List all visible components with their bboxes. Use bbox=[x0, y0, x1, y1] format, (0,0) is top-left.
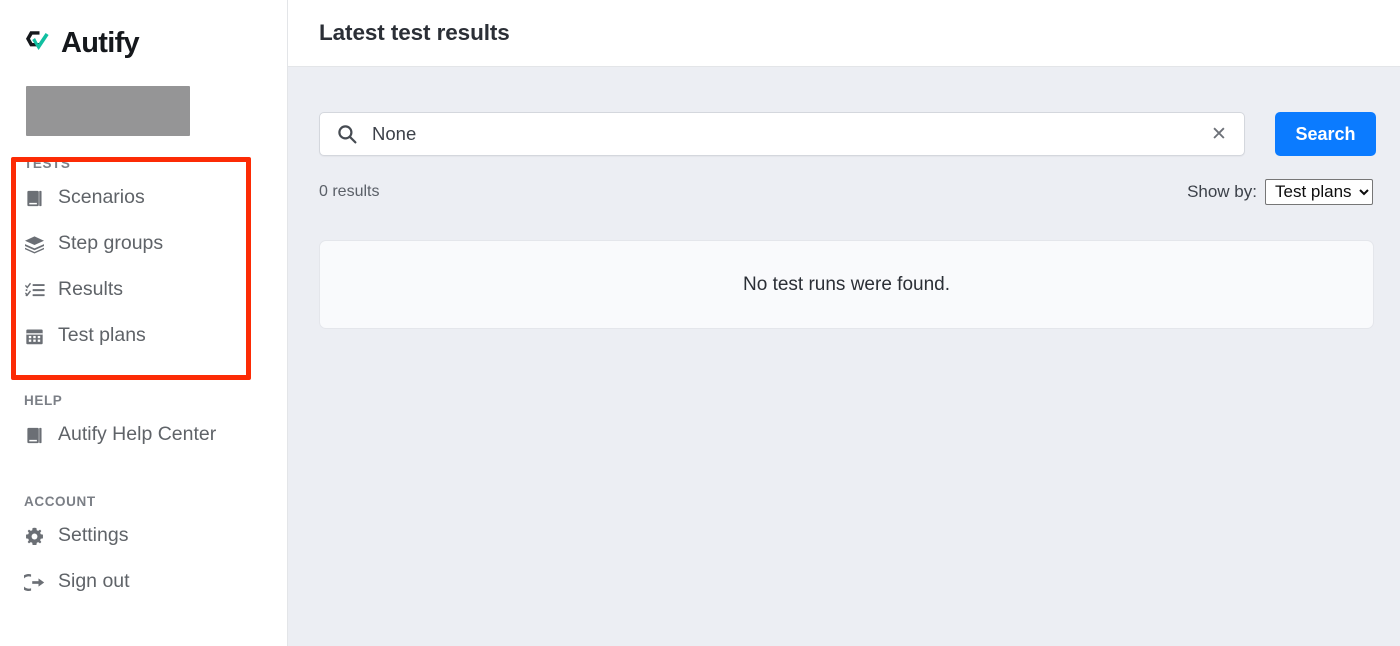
content-body: ✕ Search 0 results Show by: Test plans N… bbox=[288, 67, 1400, 646]
search-button[interactable]: Search bbox=[1275, 112, 1376, 156]
app-logo-text: Autify bbox=[61, 26, 140, 59]
empty-state-message: No test runs were found. bbox=[743, 273, 950, 295]
search-icon bbox=[337, 124, 357, 144]
sign-out-icon bbox=[24, 572, 45, 593]
sidebar-section-title-help: HELP bbox=[24, 393, 63, 408]
sidebar-section-title-tests: TESTS bbox=[24, 156, 71, 171]
sidebar-item-settings[interactable]: Settings bbox=[24, 513, 287, 559]
app-logo[interactable]: Autify bbox=[0, 0, 287, 64]
search-input[interactable] bbox=[357, 122, 1206, 146]
org-switcher-placeholder[interactable] bbox=[26, 86, 190, 136]
sidebar-section-account: ACCOUNT Settings Sign out bbox=[0, 488, 287, 605]
sidebar-item-label-scenarios: Scenarios bbox=[58, 186, 145, 209]
sidebar-item-label-results: Results bbox=[58, 278, 124, 301]
results-meta-row: 0 results Show by: Test plans bbox=[319, 179, 1376, 205]
sidebar-item-scenarios[interactable]: Scenarios bbox=[24, 175, 287, 221]
sidebar-item-label-settings: Settings bbox=[58, 524, 129, 547]
show-by-select[interactable]: Test plans bbox=[1265, 179, 1373, 205]
main-content: Latest test results ✕ Search 0 re bbox=[288, 0, 1400, 646]
app-root: Autify TESTS Scenarios Step groups Resul… bbox=[0, 0, 1400, 646]
calendar-icon bbox=[24, 326, 45, 347]
sidebar-item-autify-help-center[interactable]: Autify Help Center bbox=[24, 412, 287, 458]
book-icon bbox=[24, 425, 45, 446]
layers-icon bbox=[24, 234, 45, 255]
sidebar-item-label-autify-help-center: Autify Help Center bbox=[58, 423, 217, 446]
close-icon[interactable]: ✕ bbox=[1206, 121, 1232, 147]
sidebar-section-help: HELP Autify Help Center bbox=[0, 387, 287, 458]
search-field[interactable]: ✕ bbox=[319, 112, 1245, 156]
sidebar: Autify TESTS Scenarios Step groups Resul… bbox=[0, 0, 288, 646]
page-header: Latest test results bbox=[288, 0, 1400, 67]
show-by-control: Show by: Test plans bbox=[1187, 179, 1373, 205]
sidebar-item-label-test-plans: Test plans bbox=[58, 324, 146, 347]
show-by-label: Show by: bbox=[1187, 182, 1257, 201]
book-icon bbox=[24, 188, 45, 209]
page-title: Latest test results bbox=[319, 20, 510, 45]
results-count: 0 results bbox=[319, 183, 380, 200]
sidebar-item-label-step-groups: Step groups bbox=[58, 232, 164, 255]
sidebar-item-step-groups[interactable]: Step groups bbox=[24, 221, 287, 267]
sidebar-item-sign-out[interactable]: Sign out bbox=[24, 559, 287, 605]
autify-hexagon-check-logo-icon bbox=[24, 28, 54, 58]
checklist-icon bbox=[24, 280, 45, 301]
sidebar-item-label-sign-out: Sign out bbox=[58, 570, 130, 593]
gear-icon bbox=[24, 526, 45, 547]
sidebar-item-test-plans[interactable]: Test plans bbox=[24, 313, 287, 359]
sidebar-item-results[interactable]: Results bbox=[24, 267, 287, 313]
sidebar-section-tests: TESTS Scenarios Step groups Results Test… bbox=[0, 150, 287, 359]
sidebar-section-title-account: ACCOUNT bbox=[24, 494, 96, 509]
empty-state-card: No test runs were found. bbox=[319, 240, 1374, 329]
search-row: ✕ Search bbox=[319, 112, 1376, 156]
